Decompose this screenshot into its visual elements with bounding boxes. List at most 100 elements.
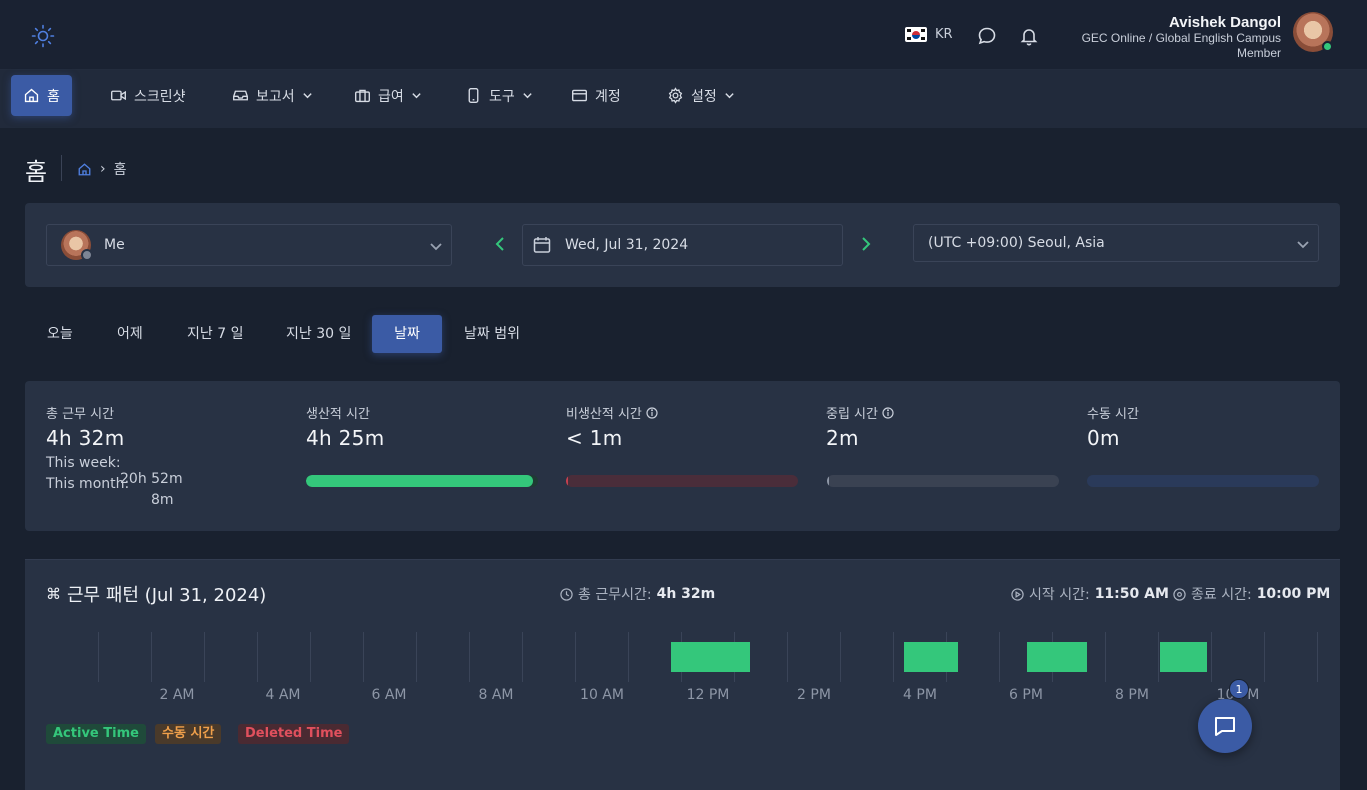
previous-day-chevron-icon[interactable]: [493, 236, 509, 252]
chat-bubble-icon[interactable]: [977, 26, 997, 46]
chevron-down-icon: [523, 93, 532, 99]
stat-manual: 수동 시간 0m: [1087, 403, 1139, 450]
total-value: 4h 32m: [656, 586, 716, 602]
grid-line: [363, 632, 364, 682]
time-tick: 6 PM: [1009, 687, 1043, 703]
legend-deleted-time: Deleted Time: [238, 724, 350, 744]
user-info[interactable]: Avishek Dangol GEC Online / Global Engli…: [1082, 14, 1281, 61]
stat-productive: 생산적 시간 4h 25m: [306, 403, 385, 450]
grid-line: [204, 632, 205, 682]
stat-label: 중립 시간: [826, 407, 878, 422]
tab-date[interactable]: 날짜: [372, 315, 442, 353]
stat-total: 총 근무 시간 4h 32m: [46, 403, 125, 450]
breadcrumb-separator: ›: [100, 161, 106, 177]
grid-line: [522, 632, 523, 682]
sun-icon[interactable]: [31, 24, 55, 48]
grid-line: [1211, 632, 1212, 682]
clock-icon: [560, 587, 573, 601]
timezone-value: (UTC +09:00) Seoul, Asia: [928, 235, 1105, 251]
grid-line: [1158, 632, 1159, 682]
home-icon[interactable]: [77, 162, 92, 177]
nav-item-settings[interactable]: 설정: [655, 75, 747, 116]
calendar-icon: [533, 237, 551, 253]
start-value: 11:50 AM: [1094, 586, 1169, 602]
nav-item-reports[interactable]: 보고서: [220, 75, 325, 116]
language-selector[interactable]: KR: [905, 27, 953, 42]
chat-button[interactable]: [1198, 699, 1252, 753]
this-week-label: This week:: [46, 455, 121, 471]
tab-date-range[interactable]: 날짜 범위: [450, 315, 534, 353]
breadcrumb: › 홈: [77, 159, 127, 179]
breadcrumb-current: 홈: [113, 162, 127, 178]
nav-label: 스크린샷: [134, 88, 186, 105]
online-status-dot: [1322, 41, 1333, 52]
work-pattern-title-row: ⌘ 근무 패턴 (Jul 31, 2024): [46, 581, 266, 607]
grid-line: [893, 632, 894, 682]
bell-icon[interactable]: [1019, 26, 1039, 46]
grid-line: [628, 632, 629, 682]
grid-line: [98, 632, 99, 682]
inbox-icon: [233, 90, 248, 101]
main-nav: 홈 스크린샷 보고서 급여 도구 계정 설정: [0, 70, 1367, 128]
nav-item-screenshots[interactable]: 스크린샷: [98, 75, 198, 116]
nav-label: 도구: [489, 88, 515, 105]
nav-item-tools[interactable]: 도구: [453, 75, 545, 116]
video-icon: [111, 90, 126, 101]
tab-last-30-days[interactable]: 지난 30 일: [272, 315, 365, 353]
active-time-block[interactable]: [1160, 642, 1207, 672]
grid-line: [1105, 632, 1106, 682]
time-tick: 12 PM: [686, 687, 730, 703]
chevron-down-icon: [725, 93, 734, 99]
grid-line: [840, 632, 841, 682]
unproductive-progress-bar: [566, 475, 798, 487]
stat-label: 생산적 시간: [306, 407, 370, 422]
this-month-label: This month:: [46, 476, 130, 492]
grid-line: [787, 632, 788, 682]
top-header: KR Avishek Dangol GEC Online / Global En…: [0, 0, 1367, 70]
this-week-value: 20h 52m: [120, 471, 183, 487]
nav-item-account[interactable]: 계정: [559, 75, 633, 116]
member-select-value: Me: [104, 237, 125, 253]
next-day-chevron-icon[interactable]: [857, 236, 873, 252]
stat-value: 0m: [1087, 426, 1120, 450]
command-icon: ⌘: [46, 585, 61, 603]
tab-last-7-days[interactable]: 지난 7 일: [173, 315, 257, 353]
end-value: 10:00 PM: [1256, 586, 1331, 602]
active-time-block[interactable]: [671, 642, 750, 672]
work-pattern-title: 근무 패턴 (Jul 31, 2024): [67, 585, 267, 606]
tab-yesterday[interactable]: 어제: [103, 315, 157, 353]
member-select[interactable]: Me: [46, 224, 452, 266]
manual-progress-bar: [1087, 475, 1319, 487]
nav-label: 설정: [691, 88, 717, 105]
active-time-block[interactable]: [904, 642, 958, 672]
nav-item-home[interactable]: 홈: [11, 75, 72, 116]
timezone-select[interactable]: (UTC +09:00) Seoul, Asia: [913, 224, 1319, 262]
work-pattern-panel: ⌘ 근무 패턴 (Jul 31, 2024) 총 근무시간: 4h 32m 시작…: [25, 559, 1340, 790]
time-tick: 4 PM: [903, 687, 937, 703]
breadcrumb-divider: [61, 155, 62, 181]
grid-line: [257, 632, 258, 682]
play-circle-icon: [1011, 587, 1024, 601]
user-role: Member: [1236, 46, 1281, 60]
chevron-down-icon: [302, 93, 312, 99]
page-title: 홈: [25, 158, 48, 186]
nav-item-payroll[interactable]: 급여: [342, 75, 434, 116]
neutral-progress-bar: [827, 475, 1059, 487]
stat-unproductive: 비생산적 시간 < 1m: [566, 403, 658, 450]
info-icon[interactable]: [646, 406, 658, 419]
stat-value: 4h 25m: [306, 426, 385, 450]
nav-label: 급여: [378, 88, 404, 105]
stats-panel: 총 근무 시간 4h 32m This week: 20h 52m This m…: [25, 381, 1340, 531]
stat-value: 4h 32m: [46, 426, 125, 450]
progress-fill: [566, 475, 569, 487]
total-work-time: 총 근무시간: 4h 32m: [560, 584, 715, 604]
grid-line: [469, 632, 470, 682]
tab-today[interactable]: 오늘: [33, 315, 87, 353]
date-picker[interactable]: Wed, Jul 31, 2024: [522, 224, 843, 266]
stop-circle-icon: [1173, 587, 1186, 601]
chevron-down-icon: [430, 243, 442, 251]
active-time-block[interactable]: [1027, 642, 1087, 672]
info-icon[interactable]: [882, 406, 894, 419]
stat-label: 총 근무 시간: [46, 407, 115, 422]
progress-fill: [827, 475, 830, 487]
